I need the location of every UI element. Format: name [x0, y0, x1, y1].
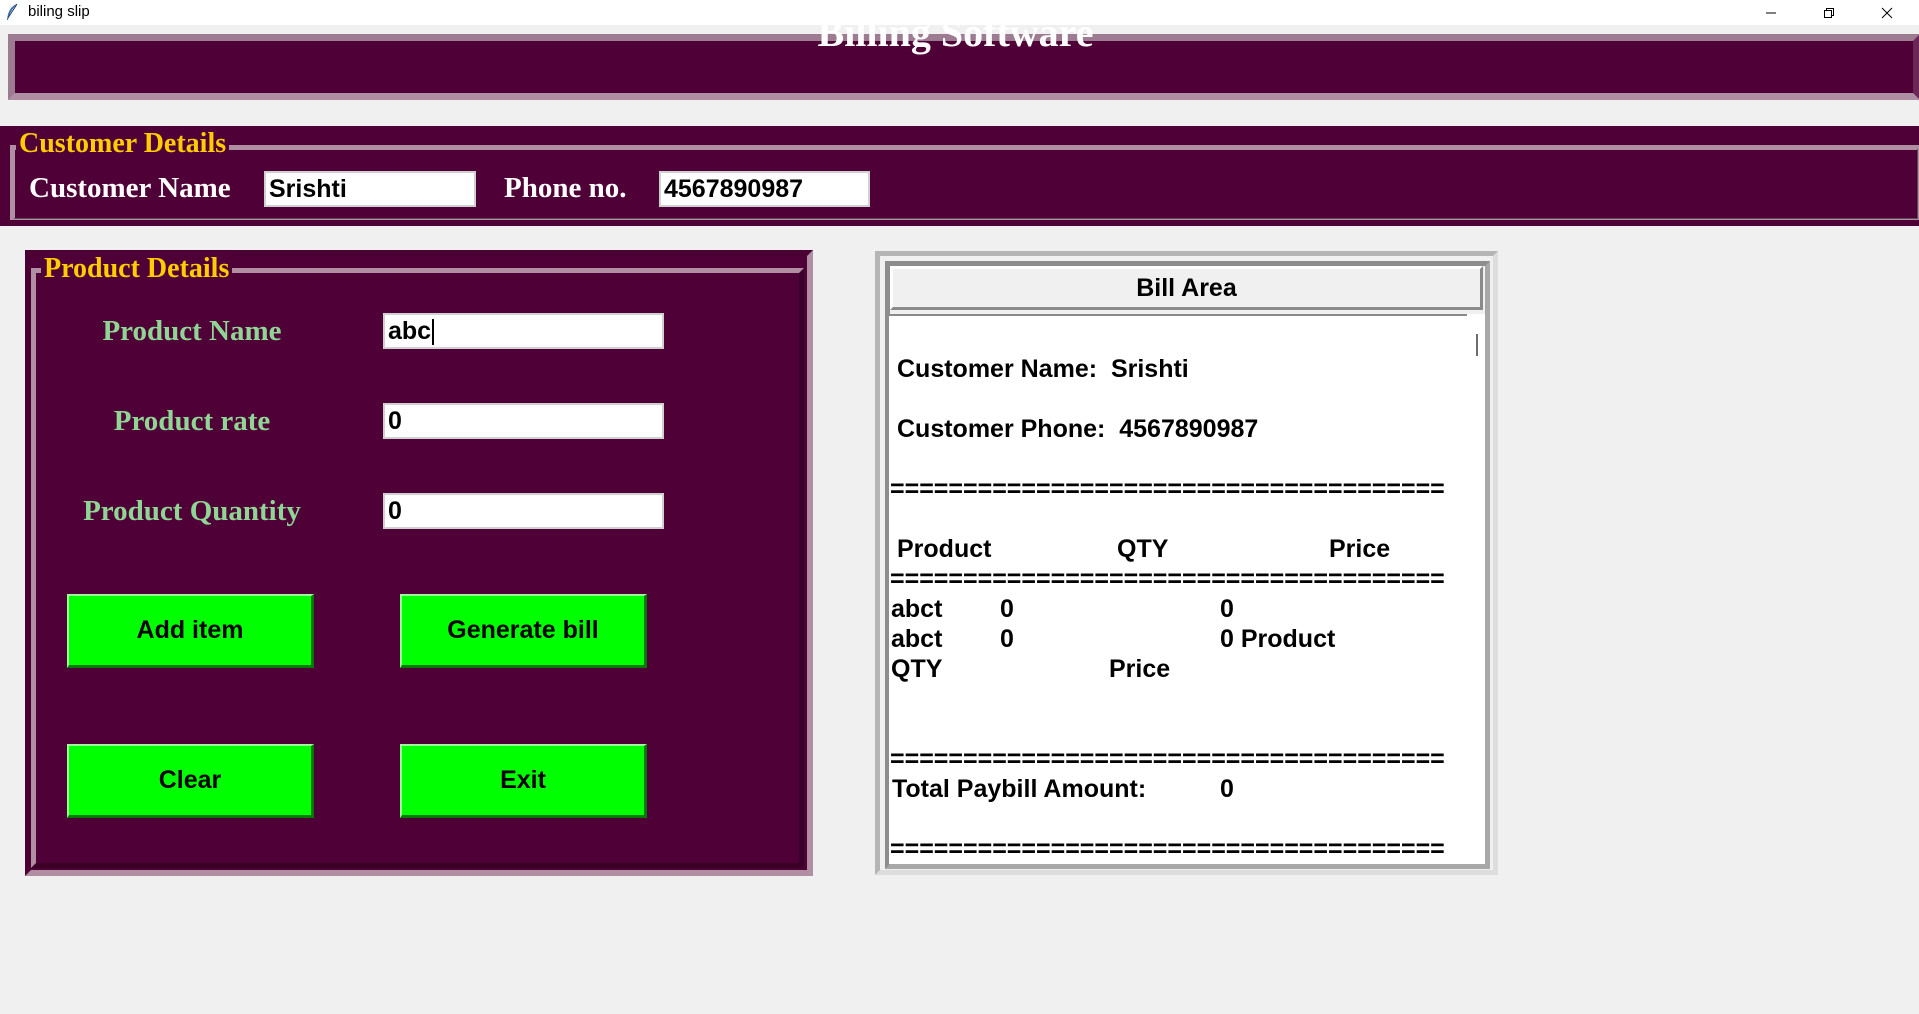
product-quantity-label: Product Quantity	[83, 495, 301, 527]
bill-area-header: Bill Area	[890, 266, 1483, 310]
bill-customer-name-line: Customer Name: Srishti	[897, 355, 1189, 383]
phone-label: Phone no.	[504, 172, 627, 204]
bill-total-value: 0	[1220, 775, 1234, 803]
phone-input[interactable]: 4567890987	[659, 171, 870, 207]
bill-column-product: Product	[897, 535, 992, 563]
bill-column-qty: QTY	[1117, 535, 1169, 563]
bill-row-qty: 0	[1000, 595, 1014, 623]
page-title: Billing Software	[817, 10, 1094, 55]
clear-button[interactable]: Clear	[67, 744, 314, 818]
bill-row-price: 0	[1220, 595, 1234, 623]
customer-name-label: Customer Name	[29, 172, 231, 204]
generate-bill-button[interactable]: Generate bill	[400, 594, 647, 668]
bill-separator: ======================================	[890, 745, 1445, 773]
product-rate-input[interactable]: 0	[383, 403, 664, 439]
bill-separator: ======================================	[890, 835, 1445, 863]
bill-wrap-qty: QTY	[891, 655, 943, 683]
bill-total-label: Total Paybill Amount:	[892, 775, 1147, 803]
customer-details-legend: Customer Details	[16, 126, 230, 162]
customer-name-input[interactable]: Srishti	[264, 171, 476, 207]
bill-scrollbar[interactable]	[1467, 314, 1485, 864]
bill-column-price: Price	[1329, 535, 1391, 563]
product-name-input[interactable]: abc	[383, 313, 664, 349]
product-quantity-input[interactable]: 0	[383, 493, 664, 529]
product-rate-label: Product rate	[113, 405, 271, 437]
add-item-button[interactable]: Add item	[67, 594, 314, 668]
bill-separator: ======================================	[890, 565, 1445, 593]
bill-wrap-price: Price	[1109, 655, 1171, 683]
bill-scrollbar-thumb[interactable]	[1476, 334, 1478, 356]
bill-row-name: abct	[891, 625, 943, 653]
bill-separator: ======================================	[890, 475, 1445, 503]
product-name-value: abc	[388, 317, 432, 345]
bill-textarea[interactable]: Customer Name: Srishti Customer Phone: 4…	[889, 314, 1467, 864]
bill-row-price: 0 Product	[1220, 625, 1336, 653]
product-details-legend: Product Details	[41, 251, 233, 287]
bill-row-name: abct	[891, 595, 943, 623]
bill-row-qty: 0	[1000, 625, 1014, 653]
bill-customer-phone-line: Customer Phone: 4567890987	[897, 415, 1259, 443]
product-name-label: Product Name	[102, 315, 282, 347]
exit-button[interactable]: Exit	[400, 744, 647, 818]
text-cursor	[432, 319, 435, 346]
